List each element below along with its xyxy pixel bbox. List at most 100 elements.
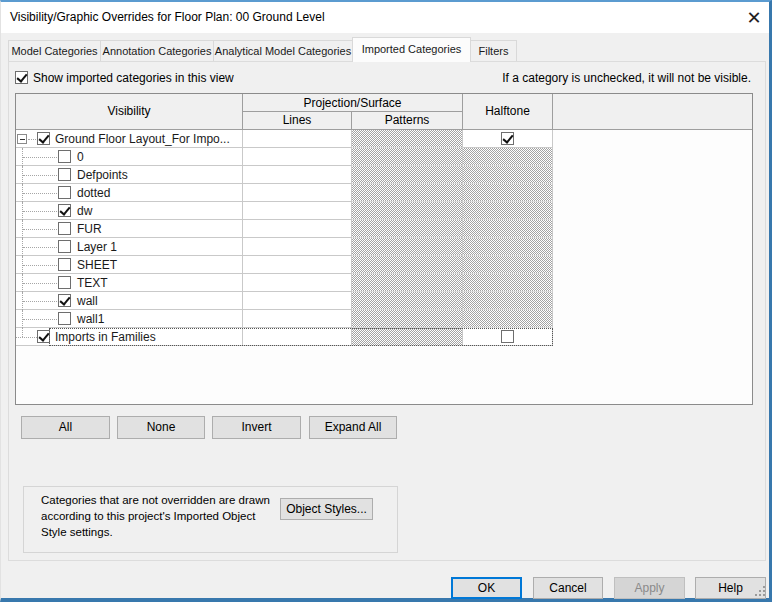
category-checkbox[interactable] (58, 294, 71, 307)
column-header-halftone[interactable]: Halftone (463, 94, 553, 130)
tree-guide (28, 139, 36, 140)
tab-filters[interactable]: Filters (470, 40, 517, 61)
visibility-cell[interactable]: Layer 1 (16, 238, 243, 256)
visibility-cell[interactable]: wall1 (16, 310, 243, 328)
visibility-cell[interactable]: wall (16, 292, 243, 310)
lines-cell[interactable] (243, 220, 352, 238)
halftone-cell (463, 220, 553, 238)
show-imported-checkbox[interactable] (15, 71, 28, 84)
ok-button[interactable]: OK (451, 577, 522, 599)
halftone-cell (463, 256, 553, 274)
category-checkbox[interactable] (58, 168, 71, 181)
lines-cell[interactable] (243, 310, 352, 328)
lines-cell[interactable] (243, 256, 352, 274)
visibility-cell[interactable]: SHEET (16, 256, 243, 274)
category-label: Defpoints (77, 166, 128, 184)
patterns-cell (352, 202, 463, 220)
category-label: 0 (77, 148, 84, 166)
unchecked-note: If a category is unchecked, it will not … (502, 71, 751, 85)
visibility-cell[interactable]: Ground Floor Layout_For Impo... (16, 130, 243, 148)
category-label: wall1 (77, 310, 104, 328)
category-checkbox[interactable] (58, 150, 71, 163)
imported-object-styles-note: Categories that are not overridden are d… (41, 492, 281, 540)
tab-imported-categories[interactable]: Imported Categories (352, 37, 471, 62)
lines-cell[interactable] (243, 274, 352, 292)
halftone-cell (463, 148, 553, 166)
visibility-cell[interactable]: 0 (16, 148, 243, 166)
category-label: dotted (77, 184, 110, 202)
category-checkbox[interactable] (58, 312, 71, 325)
column-header-visibility[interactable]: Visibility (16, 94, 243, 130)
patterns-cell (352, 166, 463, 184)
patterns-cell (352, 184, 463, 202)
halftone-cell (463, 292, 553, 310)
tree-guide (23, 175, 57, 176)
lines-cell[interactable] (243, 130, 352, 148)
column-header-lines[interactable]: Lines (243, 112, 352, 130)
category-checkbox[interactable] (58, 276, 71, 289)
visibility-cell[interactable]: dotted (16, 184, 243, 202)
visibility-cell[interactable]: TEXT (16, 274, 243, 292)
lines-cell[interactable] (243, 292, 352, 310)
halftone-checkbox[interactable] (501, 132, 514, 145)
category-label: Layer 1 (77, 238, 117, 256)
table-row[interactable]: Defpoints (16, 166, 752, 184)
none-button[interactable]: None (117, 416, 205, 439)
halftone-cell[interactable] (463, 130, 553, 148)
category-checkbox[interactable] (58, 258, 71, 271)
column-header-patterns[interactable]: Patterns (352, 112, 463, 130)
patterns-cell (352, 220, 463, 238)
all-button[interactable]: All (21, 416, 110, 439)
visibility-cell[interactable]: FUR (16, 220, 243, 238)
resize-grip[interactable] (755, 586, 767, 598)
tab-analytical-model-categories[interactable]: Analytical Model Categories (213, 40, 353, 61)
patterns-cell (352, 148, 463, 166)
patterns-cell (352, 292, 463, 310)
lines-cell[interactable] (243, 166, 352, 184)
tree-guide (23, 265, 57, 266)
table-row[interactable]: dw (16, 202, 752, 220)
category-checkbox[interactable] (58, 240, 71, 253)
invert-button[interactable]: Invert (212, 416, 301, 439)
table-row[interactable]: SHEET (16, 256, 752, 274)
column-header-projection-surface[interactable]: Projection/Surface (243, 94, 463, 112)
column-header-empty (553, 94, 752, 130)
lines-cell[interactable] (243, 238, 352, 256)
category-label: FUR (77, 220, 102, 238)
tree-guide (23, 319, 57, 320)
lines-cell[interactable] (243, 148, 352, 166)
object-styles-button[interactable]: Object Styles... (280, 498, 373, 520)
patterns-cell (352, 238, 463, 256)
cancel-button[interactable]: Cancel (533, 577, 603, 599)
patterns-cell (352, 274, 463, 292)
table-row[interactable]: dotted (16, 184, 752, 202)
table-row[interactable]: FUR (16, 220, 752, 238)
title-bar: Visibility/Graphic Overrides for Floor P… (1, 2, 769, 33)
tree-guide (23, 283, 57, 284)
focus-outline (49, 328, 553, 346)
tree-guide (23, 229, 57, 230)
category-checkbox[interactable] (37, 132, 50, 145)
category-checkbox[interactable] (58, 204, 71, 217)
table-row[interactable]: TEXT (16, 274, 752, 292)
collapse-icon[interactable] (17, 134, 27, 144)
visibility-cell[interactable]: dw (16, 202, 243, 220)
table-row[interactable]: Layer 1 (16, 238, 752, 256)
tree-guide (23, 157, 57, 158)
visibility-cell[interactable]: Defpoints (16, 166, 243, 184)
lines-cell[interactable] (243, 202, 352, 220)
category-checkbox[interactable] (58, 222, 71, 235)
tab-annotation-categories[interactable]: Annotation Categories (100, 40, 214, 61)
tree-guide (23, 247, 57, 248)
lines-cell[interactable] (243, 184, 352, 202)
tab-model-categories[interactable]: Model Categories (8, 40, 101, 61)
close-icon[interactable]: ✕ (741, 6, 767, 30)
table-row[interactable]: Ground Floor Layout_For Impo... (16, 130, 752, 148)
table-row[interactable]: wall (16, 292, 752, 310)
table-row[interactable]: 0 (16, 148, 752, 166)
category-label: dw (77, 202, 92, 220)
table-row[interactable]: wall1 (16, 310, 752, 328)
category-checkbox[interactable] (58, 186, 71, 199)
table-row[interactable]: Imports in Families (16, 328, 752, 346)
expand-all-button[interactable]: Expand All (309, 416, 397, 439)
